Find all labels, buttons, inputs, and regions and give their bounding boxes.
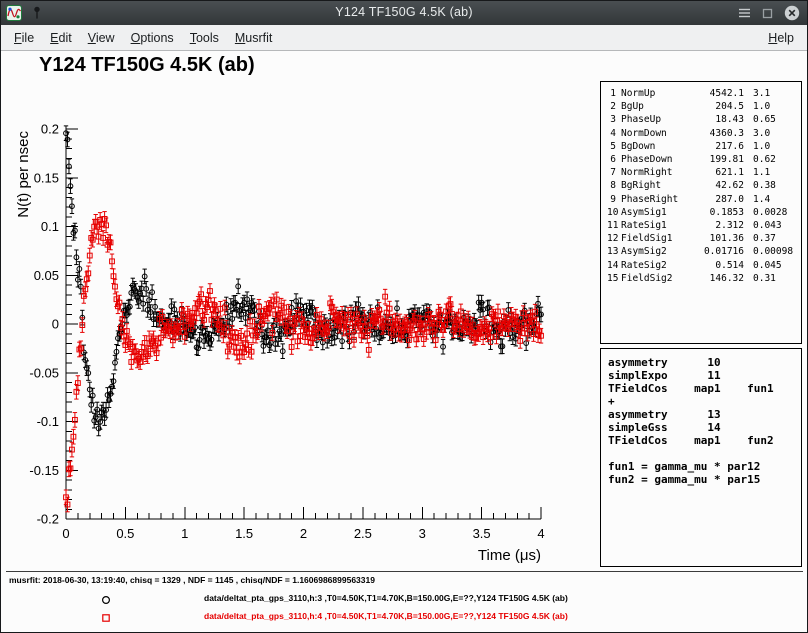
- param-row-BgDown: 5BgDown217.61.0: [607, 140, 801, 153]
- svg-text:-0.15: -0.15: [29, 463, 59, 478]
- plot-area[interactable]: -0.2 -0.15 -0.1 -0.05 0 0.05 0.1 0.15 0.2 0 0.5 1 1.…: [1, 51, 601, 576]
- theory-line: asymmetry 13: [608, 408, 801, 421]
- menu-item-options[interactable]: Options: [123, 26, 182, 50]
- param-row-AsymSig2: 13AsymSig20.017160.00098: [607, 245, 801, 258]
- param-row-FieldSig2: 15FieldSig2146.320.31: [607, 272, 801, 285]
- open-square-icon: [101, 610, 111, 628]
- svg-text:3: 3: [419, 526, 426, 541]
- param-row-NormDown: 4NormDown4360.33.0: [607, 127, 801, 140]
- chart-svg[interactable]: -0.2 -0.15 -0.1 -0.05 0 0.05 0.1 0.15 0.2 0 0.5 1 1.…: [1, 51, 601, 576]
- y-axis-title: N(t) per nsec: [15, 131, 32, 218]
- theory-line: TFieldCos map1 fun2: [608, 434, 801, 447]
- data-series-1: [64, 126, 544, 436]
- legend-text: data/deltat_pta_gps_3110,h:3 ,T0=4.50K,T…: [204, 593, 568, 603]
- x-axis-title: Time (μs): [478, 547, 541, 564]
- menu-bar: FileEditViewOptionsToolsMusrfit Help: [1, 25, 807, 51]
- svg-text:-0.1: -0.1: [37, 414, 59, 429]
- close-icon[interactable]: [784, 5, 800, 21]
- param-row-RateSig1: 11RateSig12.3120.043: [607, 219, 801, 232]
- menu-item-musrfit[interactable]: Musrfit: [227, 26, 281, 50]
- param-row-FieldSig1: 12FieldSig1101.360.37: [607, 232, 801, 245]
- svg-text:2: 2: [300, 526, 307, 541]
- theory-line: fun2 = gamma_mu * par15: [608, 473, 801, 486]
- param-row-PhaseUp: 3PhaseUp18.430.65: [607, 113, 801, 126]
- svg-text:0.5: 0.5: [116, 526, 134, 541]
- svg-text:0.05: 0.05: [34, 268, 59, 283]
- param-row-BgUp: 2BgUp204.51.0: [607, 100, 801, 113]
- menu-items-right: Help: [760, 26, 802, 50]
- param-row-NormRight: 7NormRight621.11.1: [607, 166, 801, 179]
- svg-text:4: 4: [537, 526, 544, 541]
- app-window: Y124 TF150G 4.5K (ab): [0, 0, 808, 633]
- legend-entry: data/deltat_pta_gps_3110,h:4 ,T0=4.50K,T…: [1, 607, 808, 625]
- theory-line: [608, 447, 801, 460]
- svg-text:3.5: 3.5: [473, 526, 491, 541]
- plot-title: Y124 TF150G 4.5K (ab): [39, 54, 255, 77]
- param-row-PhaseDown: 6PhaseDown199.810.62: [607, 153, 801, 166]
- svg-text:0.2: 0.2: [41, 122, 59, 137]
- svg-text:0: 0: [62, 526, 69, 541]
- plot-legend: data/deltat_pta_gps_3110,h:3 ,T0=4.50K,T…: [1, 589, 808, 625]
- theory-block: asymmetry 10simplExpo 11TFieldCos map1 f…: [600, 348, 802, 567]
- param-row-NormUp: 1NormUp4542.13.1: [607, 87, 801, 100]
- theory-line: +: [608, 395, 801, 408]
- fit-status-text: musrfit: 2018-06-30, 13:19:40, chisq = 1…: [9, 575, 375, 585]
- theory-line: fun1 = gamma_mu * par12: [608, 460, 801, 473]
- param-row-PhaseRight: 9PhaseRight287.01.4: [607, 193, 801, 206]
- maximize-icon[interactable]: [762, 8, 773, 19]
- menu-item-view[interactable]: View: [80, 26, 123, 50]
- theory-line: simplExpo 11: [608, 369, 801, 382]
- menu-items-left: FileEditViewOptionsToolsMusrfit: [6, 26, 280, 50]
- svg-text:0.15: 0.15: [34, 170, 59, 185]
- legend-entry: data/deltat_pta_gps_3110,h:3 ,T0=4.50K,T…: [1, 589, 808, 607]
- window-title: Y124 TF150G 4.5K (ab): [121, 5, 687, 19]
- svg-text:-0.2: -0.2: [37, 512, 59, 527]
- window-menu-icon[interactable]: [738, 7, 751, 19]
- titlebar-right-icons: [738, 5, 800, 21]
- theory-line: simpleGss 14: [608, 421, 801, 434]
- parameter-table: 1NormUp4542.13.12BgUp204.51.03PhaseUp18.…: [600, 81, 802, 344]
- data-series-2: [64, 212, 544, 512]
- menu-item-help[interactable]: Help: [760, 26, 802, 50]
- legend-text: data/deltat_pta_gps_3110,h:4 ,T0=4.50K,T…: [204, 611, 568, 621]
- titlebar[interactable]: Y124 TF150G 4.5K (ab): [1, 1, 807, 25]
- param-row-BgRight: 8BgRight42.620.38: [607, 179, 801, 192]
- separator-line: [6, 571, 803, 572]
- menu-item-file[interactable]: File: [6, 26, 42, 50]
- param-row-RateSig2: 14RateSig20.5140.045: [607, 259, 801, 272]
- menu-item-tools[interactable]: Tools: [182, 26, 227, 50]
- svg-text:0: 0: [52, 317, 59, 332]
- theory-line: TFieldCos map1 fun1: [608, 382, 801, 395]
- svg-text:0.1: 0.1: [41, 219, 59, 234]
- svg-text:-0.05: -0.05: [29, 365, 59, 380]
- app-icon: [6, 5, 22, 21]
- svg-text:2.5: 2.5: [354, 526, 372, 541]
- svg-text:1: 1: [181, 526, 188, 541]
- theory-line: asymmetry 10: [608, 356, 801, 369]
- pin-icon[interactable]: [31, 6, 43, 20]
- menu-item-edit[interactable]: Edit: [42, 26, 80, 50]
- titlebar-left-icons: [6, 5, 43, 21]
- param-row-AsymSig1: 10AsymSig10.18530.0028: [607, 206, 801, 219]
- svg-text:1.5: 1.5: [235, 526, 253, 541]
